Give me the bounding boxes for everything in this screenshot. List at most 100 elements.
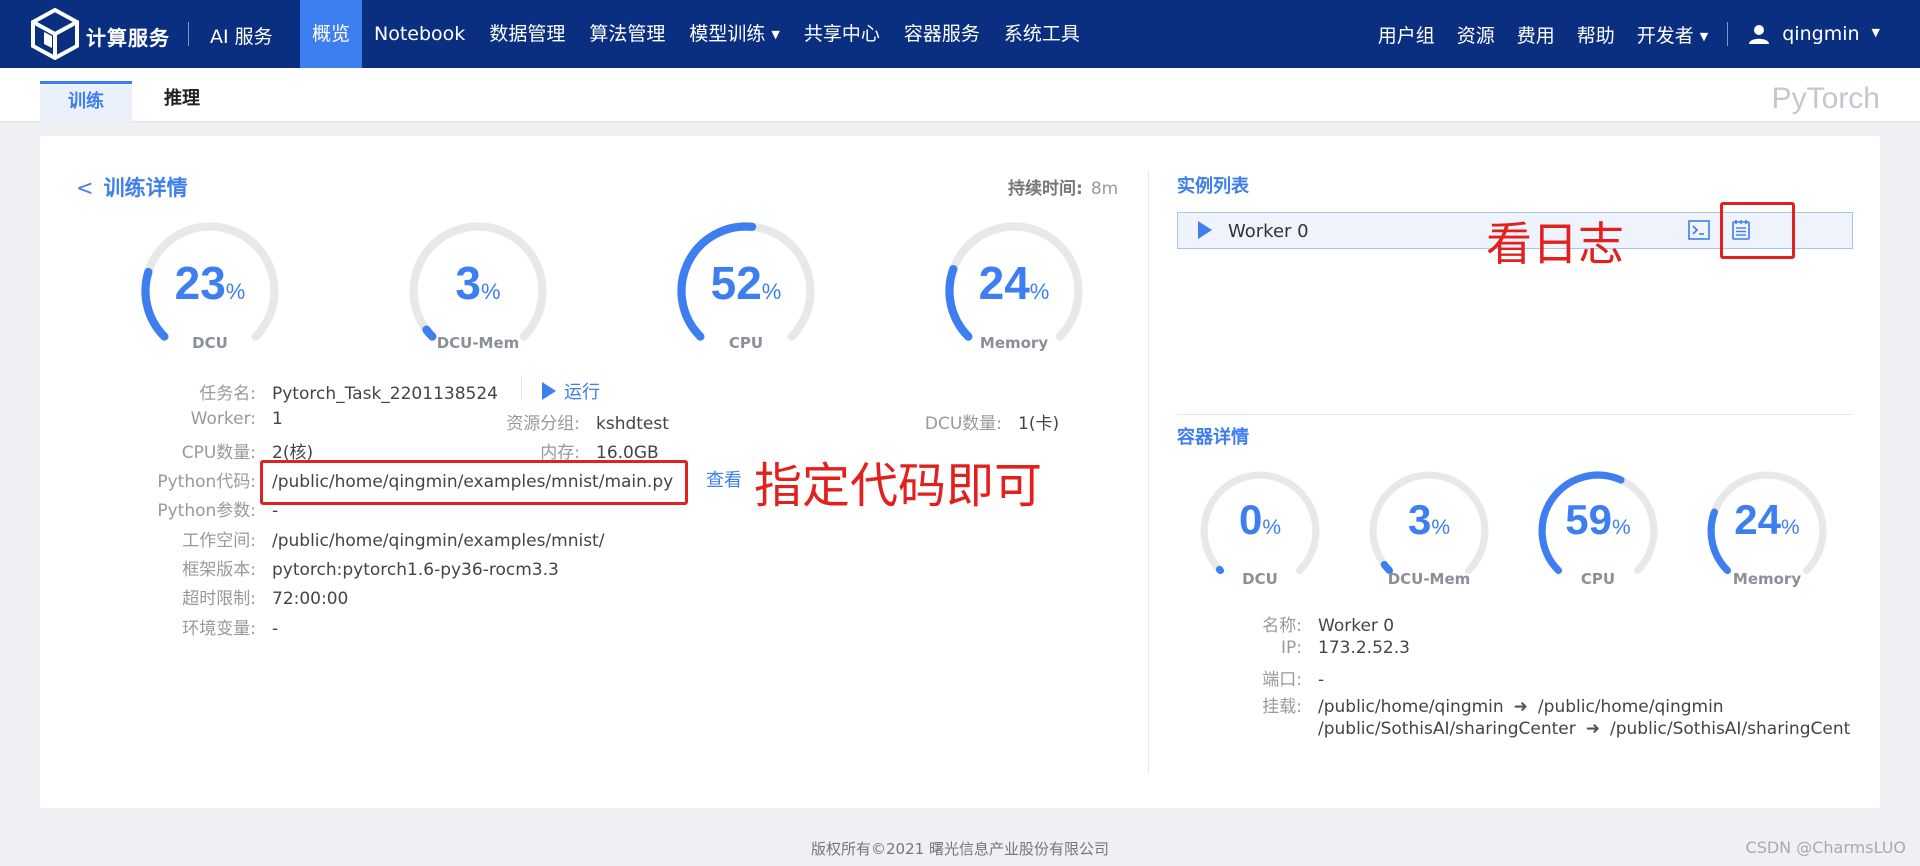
cpu-gauge: 52% CPU — [671, 216, 821, 366]
right-nav: 用户组 资源 费用 帮助 开发者 ▼ qingmin ▼ — [1367, 0, 1920, 68]
mount-from-0: /public/home/qingmin — [1318, 697, 1504, 717]
worker-value: 1 — [272, 409, 283, 429]
framework-label: PyTorch — [1771, 82, 1880, 115]
container-name-key: 名称: — [1262, 616, 1302, 636]
terminal-icon[interactable] — [1688, 220, 1710, 240]
dcu-count-value: 1(卡) — [1018, 414, 1060, 434]
python-params-value: - — [272, 501, 279, 521]
framework-version-row: 框架版本: pytorch:pytorch1.6-py36-rocm3.3 — [140, 555, 559, 580]
container-ip-row: IP: 173.2.52.3 — [1200, 638, 1410, 658]
nav-costs[interactable]: 费用 — [1506, 21, 1566, 48]
nav-item-data-management[interactable]: 数据管理 — [477, 0, 577, 68]
gauge-value: 23% — [174, 257, 246, 309]
horizontal-divider — [1177, 414, 1853, 415]
chevron-down-icon: ▼ — [1699, 29, 1709, 43]
tab-inference[interactable]: 推理 — [140, 81, 224, 122]
cube-logo-icon[interactable] — [30, 8, 80, 60]
user-icon — [1749, 25, 1770, 44]
cpu-count-key: CPU数量: — [181, 443, 256, 463]
gauge-label: Memory — [979, 334, 1049, 352]
arrow-right-icon: ➜ — [1513, 697, 1528, 717]
play-icon — [542, 382, 556, 400]
container-ip-value: 173.2.52.3 — [1318, 638, 1410, 658]
gauge-value: 24% — [978, 257, 1050, 309]
python-code-key: Python代码: — [157, 472, 256, 492]
dcu-count-row: DCU数量: 1(卡) — [880, 409, 1059, 434]
duration: 持续时间: 8m — [1008, 174, 1118, 199]
memory-gauge: 24% Memory — [939, 216, 1089, 366]
gauge-label: DCU-Mem — [436, 334, 520, 352]
watermark: CSDN @CharmsLUO — [1745, 838, 1906, 857]
gauge-value: 3% — [455, 257, 501, 309]
duration-label: 持续时间: — [1008, 179, 1083, 199]
resource-group-key: 资源分组: — [506, 414, 580, 434]
dcu-count-key: DCU数量: — [924, 414, 1002, 434]
nav-item-system-tools[interactable]: 系统工具 — [992, 0, 1092, 68]
gauge-value: 3% — [1407, 496, 1451, 543]
nav-item-notebook[interactable]: Notebook — [362, 0, 477, 68]
python-params-row: Python参数: - — [140, 496, 278, 521]
nav-help[interactable]: 帮助 — [1566, 21, 1626, 48]
training-detail-title: 训练详情 — [103, 176, 188, 200]
annotation-specify-code: 指定代码即可 — [754, 458, 1043, 514]
timeout-row: 超时限制: 72:00:00 — [140, 584, 348, 609]
nav-item-container-service[interactable]: 容器服务 — [892, 0, 992, 68]
task-name-value: Pytorch_Task_2201138524 — [272, 384, 498, 404]
back-button[interactable]: < 训练详情 — [76, 172, 188, 202]
container-port-value: - — [1318, 670, 1325, 690]
arrow-right-icon: ➜ — [1585, 719, 1600, 739]
container-port-key: 端口: — [1262, 670, 1302, 690]
expand-icon[interactable] — [1198, 221, 1212, 239]
container-cpu-gauge: 59% CPU — [1533, 466, 1663, 596]
python-params-key: Python参数: — [157, 501, 256, 521]
container-name-row: 名称: Worker 0 — [1200, 611, 1394, 636]
instance-name: Worker 0 — [1228, 221, 1309, 242]
top-nav-bar: 计算服务 AI 服务 概览 Notebook 数据管理 算法管理 模型训练 ▼ 共… — [0, 0, 1920, 68]
container-mount-row-2: /public/SothisAI/sharingCenter ➜ /public/S… — [1200, 719, 1850, 739]
workspace-key: 工作空间: — [182, 531, 256, 551]
gauge-label: DCU — [192, 334, 228, 352]
framework-version-key: 框架版本: — [182, 560, 256, 580]
container-dcu-mem-gauge: 3% DCU-Mem — [1364, 466, 1494, 596]
chevron-left-icon: < — [76, 176, 94, 200]
gauge-label: Memory — [1732, 570, 1802, 588]
gauge-label: CPU — [728, 334, 764, 352]
gauge-label: CPU — [1580, 570, 1616, 588]
env-row: 环境变量: - — [140, 614, 278, 639]
timeout-value: 72:00:00 — [272, 589, 349, 609]
nav-user-group[interactable]: 用户组 — [1367, 21, 1446, 48]
chevron-down-icon: ▼ — [771, 28, 780, 41]
vertical-divider — [1148, 172, 1149, 772]
task-name-key: 任务名: — [199, 384, 256, 404]
nav-developer[interactable]: 开发者 ▼ — [1626, 21, 1719, 48]
username: qingmin — [1782, 23, 1860, 45]
sub-tabs: 训练 推理 PyTorch — [0, 68, 1920, 122]
main-nav: 概览 Notebook 数据管理 算法管理 模型训练 ▼ 共享中心 容器服务 系统… — [300, 0, 1092, 68]
nav-resources[interactable]: 资源 — [1446, 21, 1506, 48]
view-code-link[interactable]: 查看 — [706, 466, 742, 492]
tab-training[interactable]: 训练 — [40, 81, 132, 122]
dcu-gauge: 23% DCU — [135, 216, 285, 366]
container-port-row: 端口: - — [1200, 665, 1324, 690]
mount-from-1: /public/SothisAI/sharingCenter — [1318, 719, 1576, 739]
container-mount-key: 挂载: — [1262, 697, 1302, 717]
gauge-value: 0% — [1238, 496, 1282, 543]
gauge-label: DCU — [1242, 570, 1278, 588]
resource-group-value: kshdtest — [596, 414, 669, 434]
workspace-value: /public/home/qingmin/examples/mnist/ — [272, 531, 605, 551]
instance-list-title: 实例列表 — [1177, 176, 1249, 197]
nav-item-algorithm-management[interactable]: 算法管理 — [577, 0, 677, 68]
duration-value: 8m — [1090, 179, 1119, 199]
worker-key: Worker: — [190, 409, 256, 429]
nav-item-overview[interactable]: 概览 — [300, 0, 363, 68]
brand-separator — [188, 22, 189, 46]
run-button[interactable]: 运行 — [542, 378, 600, 404]
brand-name: 计算服务 — [86, 26, 170, 50]
gauge-value: 59% — [1565, 496, 1631, 543]
user-menu[interactable]: qingmin ▼ — [1736, 23, 1920, 45]
nav-separator — [1727, 22, 1729, 46]
nav-item-sharing-center[interactable]: 共享中心 — [792, 0, 892, 68]
worker-row: Worker: 1 — [140, 409, 283, 429]
nav-item-model-training[interactable]: 模型训练 ▼ — [677, 0, 791, 68]
run-separator — [521, 377, 522, 401]
